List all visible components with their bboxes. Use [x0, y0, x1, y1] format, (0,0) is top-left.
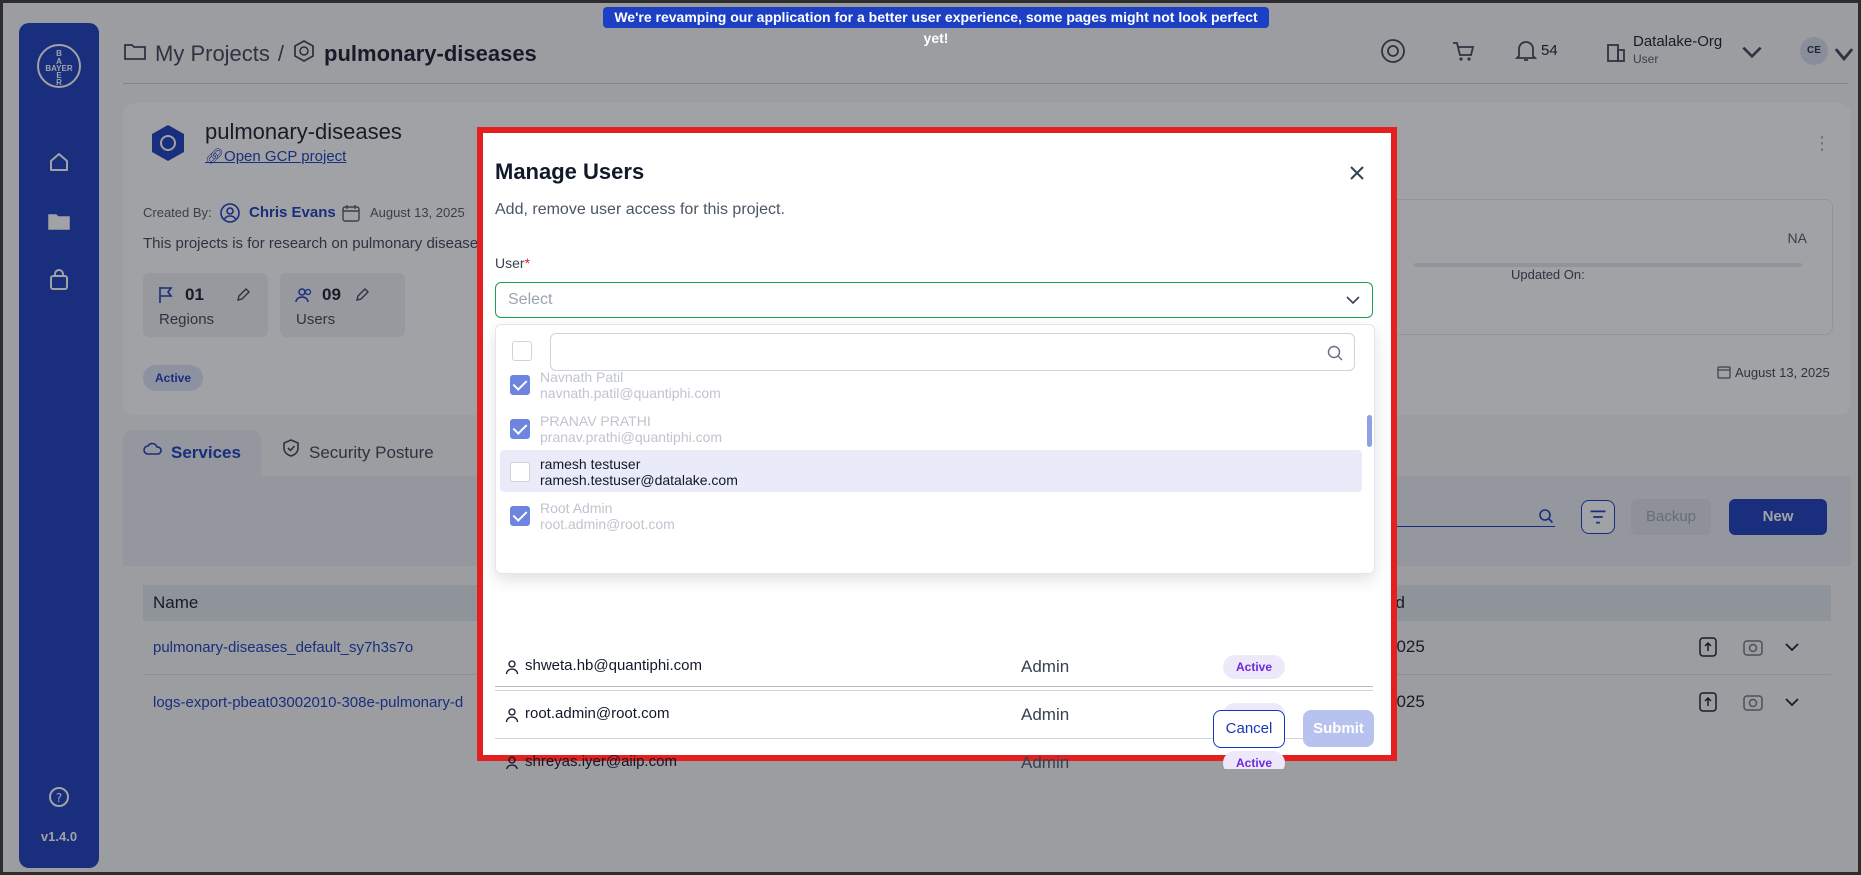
modal-footer-divider	[495, 686, 1373, 687]
option-checkbox[interactable]	[510, 506, 530, 526]
cancel-button[interactable]: Cancel	[1213, 710, 1285, 748]
revamp-banner: We're revamping our application for a be…	[603, 7, 1269, 46]
option-name: PRANAV PRATHI	[540, 413, 651, 429]
user-icon	[505, 707, 519, 723]
status-badge: Active	[1223, 655, 1285, 679]
select-all-checkbox[interactable]	[512, 341, 532, 361]
user-option[interactable]: Root Admin root.admin@root.com	[500, 494, 1362, 538]
option-email: navnath.patil@quantiphi.com	[540, 385, 721, 401]
option-email: root.admin@root.com	[540, 516, 675, 532]
option-checkbox[interactable]	[510, 462, 530, 482]
option-name: ramesh testuser	[540, 456, 641, 472]
option-email: pranav.prathi@quantiphi.com	[540, 429, 723, 445]
option-email: ramesh.testuser@datalake.com	[540, 472, 738, 488]
user-field-label: User*	[495, 255, 530, 271]
user-select[interactable]: Select	[495, 282, 1373, 318]
user-role: Admin	[1021, 753, 1070, 769]
user-field-label-text: User	[495, 255, 525, 271]
submit-button[interactable]: Submit	[1303, 710, 1374, 747]
option-checkbox[interactable]	[510, 419, 530, 439]
close-icon[interactable]	[1345, 161, 1369, 185]
status-badge: Active	[1223, 751, 1285, 769]
user-role: Admin	[1021, 705, 1070, 724]
user-select-placeholder: Select	[508, 291, 553, 308]
user-option[interactable]: PRANAV PRATHI pranav.prathi@quantiphi.co…	[500, 407, 1362, 451]
option-name: Root Admin	[540, 500, 613, 516]
user-email: shreyas.iyer@aiip.com	[525, 753, 677, 769]
modal-subtitle: Add, remove user access for this project…	[495, 201, 785, 218]
user-select-dropdown: Navnath Patil navnath.patil@quantiphi.co…	[495, 324, 1375, 574]
table-row: shweta.hb@quantiphi.com Admin Active	[495, 643, 1373, 691]
user-email: shweta.hb@quantiphi.com	[525, 657, 702, 674]
required-mark: *	[524, 255, 531, 271]
user-icon	[505, 755, 519, 769]
search-icon	[1326, 344, 1344, 362]
user-option[interactable]: ramesh testuser ramesh.testuser@datalake…	[500, 450, 1362, 492]
modal-title: Manage Users	[495, 159, 645, 184]
dropdown-scrollbar[interactable]	[1367, 415, 1372, 447]
chevron-down-icon	[1344, 291, 1362, 309]
option-checkbox[interactable]	[510, 375, 530, 395]
user-role: Admin	[1021, 657, 1070, 676]
user-option[interactable]: Navnath Patil navnath.patil@quantiphi.co…	[500, 363, 1362, 407]
user-email: root.admin@root.com	[525, 705, 670, 722]
app-page: We're revamping our application for a be…	[0, 0, 1861, 875]
manage-users-modal: Manage Users Add, remove user access for…	[477, 127, 1397, 769]
user-icon	[505, 659, 519, 675]
option-name: Navnath Patil	[540, 369, 624, 385]
